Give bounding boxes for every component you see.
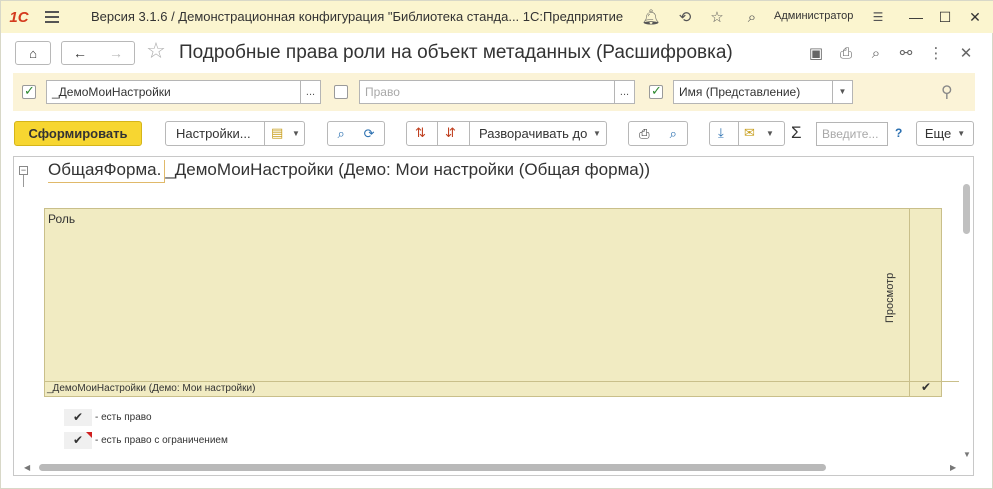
name-mode-checkbox[interactable] xyxy=(649,83,663,99)
role-filter-select-button[interactable]: ... xyxy=(301,80,321,104)
role-column-header: Роль xyxy=(48,212,76,226)
chevron-down-icon: ▼ xyxy=(593,129,601,138)
variant-icon[interactable]: ▤ xyxy=(271,125,283,141)
check-icon: ✔ xyxy=(64,408,92,426)
right-filter-checkbox[interactable] xyxy=(334,85,348,99)
back-arrow-icon[interactable]: ← xyxy=(73,45,87,61)
horizontal-scrollbar[interactable]: ◀ ▶ xyxy=(24,462,959,472)
print-icon[interactable]: ⎙ xyxy=(835,42,857,64)
scroll-right-icon[interactable]: ▶ xyxy=(950,463,956,472)
app-window: 1С Версия 3.1.6 / Демонстрационная конфи… xyxy=(0,0,993,489)
vertical-scrollbar[interactable]: ▼ xyxy=(961,167,971,459)
title-bar: 1С Версия 3.1.6 / Демонстрационная конфи… xyxy=(1,1,993,33)
sort-asc-icon[interactable]: ⇵ xyxy=(445,125,456,141)
main-menu-icon[interactable] xyxy=(37,1,67,33)
sort-desc-icon[interactable]: ⇅ xyxy=(415,125,426,141)
name-mode-select[interactable]: Имя (Представление) xyxy=(673,80,833,104)
settings-button[interactable]: Настройки... ▤ ▼ xyxy=(165,121,305,146)
print-buttons: ⎙ ⌕ xyxy=(628,121,688,146)
more-vertical-icon[interactable]: ⋮ xyxy=(925,42,947,64)
close-form-icon[interactable]: ✕ xyxy=(955,42,977,64)
row-role: _ДемоМоиНастройки (Демо: Мои настройки) xyxy=(47,383,256,394)
find-next-icon[interactable]: ⟳ xyxy=(364,126,375,142)
favorite-star-icon[interactable]: ☆ xyxy=(145,38,167,63)
pin-icon[interactable]: ⚲ xyxy=(941,82,953,102)
mail-icon[interactable]: ✉ xyxy=(744,125,755,141)
legend-text: - есть право xyxy=(95,411,152,423)
print-preview-icon[interactable]: ⌕ xyxy=(670,126,677,142)
object-name: _ДемоМоиНастройки (Демо: Мои настройки (… xyxy=(165,160,651,179)
home-button[interactable]: ⌂ xyxy=(15,41,51,65)
check-icon: ✔ xyxy=(921,380,932,394)
rights-header: Роль xyxy=(44,208,942,397)
print-icon[interactable]: ⎙ xyxy=(639,126,649,142)
find-icon[interactable]: ⌕ xyxy=(337,126,344,142)
scroll-left-icon[interactable]: ◀ xyxy=(24,463,30,472)
help-icon[interactable]: ? xyxy=(895,126,902,140)
favorites-star-icon[interactable]: ☆ xyxy=(707,7,727,27)
link-icon[interactable]: ⚯ xyxy=(895,42,917,64)
role-filter-input[interactable]: _ДемоМоиНастройки xyxy=(46,80,301,104)
object-type: ОбщаяФорма. xyxy=(48,160,166,183)
report-object-title: ОбщаяФорма. _ДемоМоиНастройки (Демо: Мои … xyxy=(48,160,651,183)
user-menu-icon[interactable]: ☰ xyxy=(868,7,888,27)
table-row[interactable]: _ДемоМоиНастройки (Демо: Мои настройки) … xyxy=(44,380,959,397)
generate-button[interactable]: Сформировать xyxy=(14,121,142,146)
chevron-down-icon: ▼ xyxy=(292,129,300,138)
legend-item: ✔ - есть право с ограничением xyxy=(64,431,228,449)
search-icon[interactable]: ⌕ xyxy=(742,7,762,27)
expand-to-button[interactable]: Разворачивать до xyxy=(479,126,587,141)
sum-input[interactable]: Введите... xyxy=(816,122,888,146)
close-window-button[interactable]: ✕ xyxy=(963,5,987,29)
search-buttons: ⌕ ⟳ xyxy=(327,121,385,146)
horizontal-scroll-thumb[interactable] xyxy=(39,464,826,471)
role-filter-checkbox[interactable] xyxy=(22,83,36,99)
page-title: Подробные права роли на объект метаданны… xyxy=(179,42,733,63)
window-title: Версия 3.1.6 / Демонстрационная конфигур… xyxy=(91,9,624,24)
right-filter-input[interactable]: Право xyxy=(359,80,615,104)
chevron-down-icon: ▼ xyxy=(766,129,774,138)
collapse-group-icon[interactable]: − xyxy=(19,166,28,175)
more-label: Еще xyxy=(924,126,952,141)
history-icon[interactable]: ⟲ xyxy=(675,7,695,27)
legend-text: - есть право с ограничением xyxy=(95,434,228,446)
maximize-button[interactable]: ☐ xyxy=(933,5,957,29)
nav-buttons: ← → xyxy=(61,41,135,65)
filter-panel: _ДемоМоиНастройки ... Право ... Имя (Пре… xyxy=(13,73,975,111)
chevron-down-icon: ▼ xyxy=(957,129,966,138)
settings-label: Настройки... xyxy=(176,126,251,141)
scroll-down-icon[interactable]: ▼ xyxy=(963,450,971,459)
forward-arrow-icon[interactable]: → xyxy=(109,45,123,61)
minimize-button[interactable]: — xyxy=(904,5,928,29)
home-icon: ⌂ xyxy=(29,45,37,61)
right-filter-select-button[interactable]: ... xyxy=(615,80,635,104)
more-button[interactable]: Еще ▼ xyxy=(916,121,974,146)
report-document[interactable]: − ОбщаяФорма. _ДемоМоиНастройки (Демо: Мо… xyxy=(13,156,974,476)
preview-icon[interactable]: ⌕ xyxy=(865,42,887,64)
export-buttons: ⤓ ✉ ▼ xyxy=(709,121,785,146)
save-icon[interactable]: ▣ xyxy=(805,42,827,64)
view-column-header: Просмотр xyxy=(884,272,896,323)
legend-item: ✔ - есть право xyxy=(64,408,152,426)
vertical-scroll-thumb[interactable] xyxy=(963,184,970,234)
user-name[interactable]: Администратор xyxy=(774,10,853,22)
app-logo: 1С xyxy=(9,8,29,26)
sum-icon[interactable]: Σ xyxy=(791,123,802,143)
download-icon[interactable]: ⤓ xyxy=(718,125,724,141)
name-mode-dropdown[interactable]: ▼ xyxy=(833,80,853,104)
group-toolbar: ⇅ ⇵ Разворачивать до ▼ xyxy=(406,121,607,146)
bell-icon[interactable]: 🔔︎ xyxy=(641,7,661,27)
restricted-check-icon: ✔ xyxy=(64,431,92,449)
